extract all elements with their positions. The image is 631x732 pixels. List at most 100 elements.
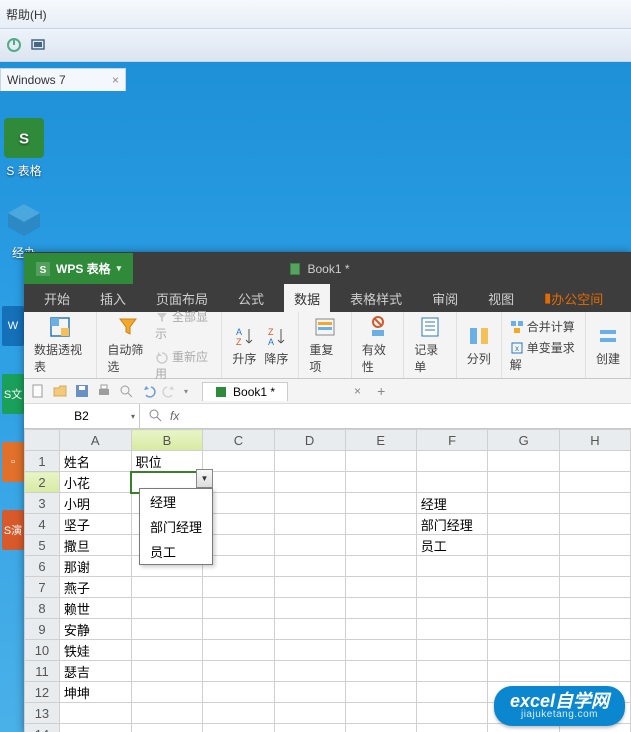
cell[interactable] (416, 472, 488, 493)
cell[interactable]: 员工 (416, 535, 488, 556)
qat-dropdown-icon[interactable]: ▾ (184, 387, 188, 396)
cell[interactable] (131, 577, 203, 598)
cell[interactable] (488, 556, 559, 577)
cell[interactable] (131, 724, 203, 732)
cell[interactable] (416, 619, 488, 640)
cell[interactable]: 撒旦 (59, 535, 131, 556)
cell[interactable]: 赖世 (59, 598, 131, 619)
vm-screen-icon[interactable] (30, 37, 46, 53)
tab-start[interactable]: 开始 (34, 284, 80, 312)
cell[interactable] (131, 619, 203, 640)
cell[interactable] (559, 535, 630, 556)
open-icon[interactable] (52, 383, 68, 399)
col-header[interactable]: A (59, 430, 131, 451)
cell[interactable] (488, 451, 559, 472)
cell[interactable] (131, 661, 203, 682)
cell[interactable]: 坤坤 (59, 682, 131, 703)
cell[interactable] (131, 682, 203, 703)
cell[interactable] (559, 556, 630, 577)
cell[interactable] (488, 577, 559, 598)
cell[interactable] (345, 514, 416, 535)
pivot-button[interactable]: 数据透视表 (24, 312, 97, 378)
cell[interactable] (203, 535, 274, 556)
cell[interactable] (488, 472, 559, 493)
cell[interactable]: 燕子 (59, 577, 131, 598)
cell[interactable] (416, 682, 488, 703)
col-header[interactable]: C (203, 430, 274, 451)
cell[interactable] (559, 598, 630, 619)
launcher-sheet[interactable]: S文 (2, 374, 24, 414)
autofilter-button[interactable]: 自动筛选 (107, 315, 149, 375)
launcher-pres[interactable]: S演 (2, 510, 24, 550)
cell[interactable]: 部门经理 (416, 514, 488, 535)
cell[interactable]: 坚子 (59, 514, 131, 535)
tab-office[interactable]: ▮办公空间 (534, 284, 613, 312)
col-header[interactable]: F (416, 430, 488, 451)
cell[interactable] (131, 598, 203, 619)
duplicates-button[interactable]: 重复项 (299, 312, 351, 378)
cell[interactable] (345, 535, 416, 556)
close-doc-icon[interactable]: × (354, 384, 361, 398)
create-group-button[interactable]: 创建 (586, 312, 631, 378)
cell[interactable] (274, 514, 345, 535)
form-button[interactable]: 记录单 (404, 312, 456, 378)
cell[interactable] (203, 514, 274, 535)
cell[interactable] (131, 640, 203, 661)
cell[interactable] (416, 451, 488, 472)
cell[interactable] (416, 577, 488, 598)
cell[interactable] (345, 703, 416, 724)
col-header[interactable]: E (345, 430, 416, 451)
col-header[interactable]: G (488, 430, 559, 451)
row-header[interactable]: 10 (25, 640, 60, 661)
validation-dropdown-button[interactable]: ▼ (196, 469, 213, 488)
col-header[interactable]: D (274, 430, 345, 451)
cell[interactable] (274, 556, 345, 577)
launcher-word[interactable]: W (2, 306, 24, 346)
cell[interactable]: 职位 (131, 451, 203, 472)
cell[interactable] (203, 556, 274, 577)
cell[interactable] (559, 451, 630, 472)
desktop-icon-wps[interactable]: S S 表格 (0, 118, 54, 179)
cell[interactable] (345, 451, 416, 472)
cell[interactable] (416, 661, 488, 682)
cell[interactable] (274, 724, 345, 732)
cell[interactable] (488, 535, 559, 556)
cell[interactable] (345, 682, 416, 703)
new-doc-icon[interactable]: + (377, 383, 385, 399)
tab-formula[interactable]: 公式 (228, 284, 274, 312)
tab-data[interactable]: 数据 (284, 284, 330, 312)
cell[interactable] (559, 493, 630, 514)
name-box[interactable]: B2 ▾ (24, 404, 140, 428)
wps-titlebar[interactable]: S WPS 表格 ▾ Book1 * (24, 253, 631, 284)
cell[interactable] (345, 661, 416, 682)
cell[interactable]: 铁娃 (59, 640, 131, 661)
cell[interactable]: 那谢 (59, 556, 131, 577)
cell[interactable] (203, 724, 274, 732)
cell[interactable] (416, 724, 488, 732)
wps-app-badge[interactable]: S WPS 表格 ▾ (24, 253, 133, 284)
cell[interactable] (559, 640, 630, 661)
cell[interactable] (345, 619, 416, 640)
cell[interactable] (416, 598, 488, 619)
validity-button[interactable]: 有效性 (352, 312, 404, 378)
cell[interactable] (203, 661, 274, 682)
print-icon[interactable] (96, 383, 112, 399)
cell[interactable]: 姓名 (59, 451, 131, 472)
dropdown-option[interactable]: 员工 (140, 539, 212, 564)
cell[interactable]: 经理 (416, 493, 488, 514)
cell[interactable]: 安静 (59, 619, 131, 640)
select-all-corner[interactable] (25, 430, 60, 451)
sort-desc-button[interactable]: ZA 降序 (264, 324, 288, 367)
cell[interactable] (345, 640, 416, 661)
new-icon[interactable] (30, 383, 46, 399)
vm-tab[interactable]: Windows 7 × (0, 68, 126, 91)
cell[interactable] (131, 703, 203, 724)
cell[interactable] (345, 556, 416, 577)
cell[interactable] (274, 661, 345, 682)
col-header[interactable]: H (559, 430, 630, 451)
cell[interactable] (488, 514, 559, 535)
cell[interactable] (559, 577, 630, 598)
cell[interactable] (274, 703, 345, 724)
cell[interactable] (559, 472, 630, 493)
dropdown-option[interactable]: 部门经理 (140, 514, 212, 539)
